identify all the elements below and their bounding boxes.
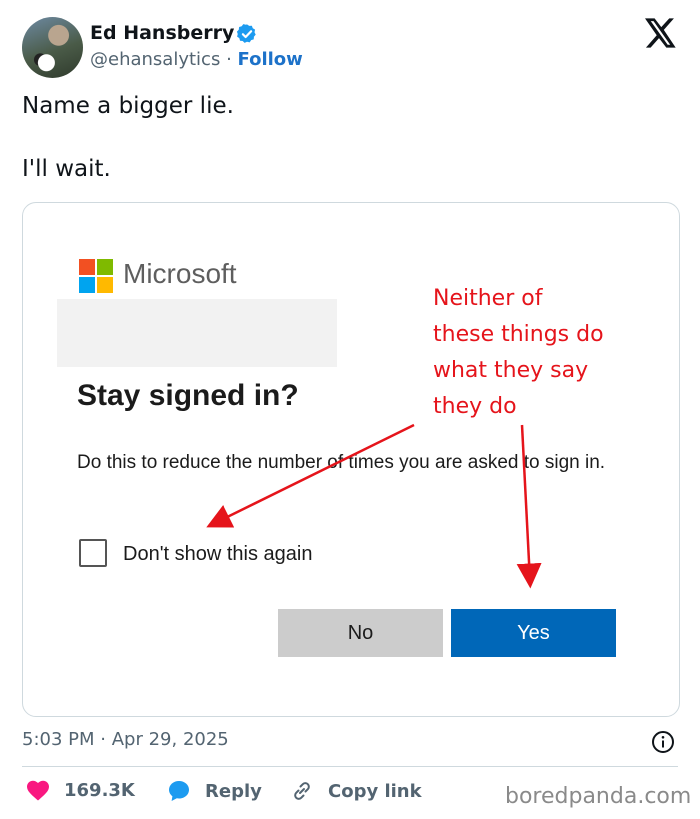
reply-label: Reply (205, 780, 262, 802)
copy-link-button[interactable]: Copy link (290, 779, 422, 803)
arrow-to-yes-button (516, 424, 542, 589)
annotation-arrows (206, 423, 542, 589)
tweet-date: Apr 29, 2025 (111, 729, 229, 750)
footer-divider (22, 766, 678, 767)
tweet-text-line-1: Name a bigger lie. (22, 93, 234, 119)
author-handle-row: @ehansalytics · Follow (90, 49, 303, 70)
author-handle[interactable]: @ehansalytics (90, 49, 220, 70)
tweet-text-line-2: I'll wait. (22, 156, 111, 182)
author-name[interactable]: Ed Hansberry (90, 22, 234, 44)
reply-bubble-icon (169, 781, 189, 801)
like-count: 169.3K (64, 779, 135, 801)
tweet-media-image[interactable]: Microsoft Stay signed in? Do this to red… (22, 202, 680, 717)
watermark: boredpanda.com (505, 784, 692, 809)
tweet-time: 5:03 PM (22, 729, 95, 750)
handle-separator: · (226, 49, 232, 70)
reply-button[interactable]: Reply (167, 779, 262, 803)
copy-link-label: Copy link (328, 780, 422, 802)
like-button[interactable]: 169.3K (26, 779, 135, 801)
arrow-to-checkbox (206, 423, 415, 528)
link-icon (294, 782, 310, 800)
avatar[interactable] (22, 17, 83, 78)
timestamp-separator: · (100, 729, 106, 750)
x-logo-icon[interactable] (645, 18, 677, 48)
heart-icon (27, 780, 49, 801)
verified-badge-icon (236, 24, 256, 43)
info-icon[interactable] (651, 730, 675, 754)
follow-button[interactable]: Follow (238, 49, 303, 70)
tweet-timestamp[interactable]: 5:03 PM · Apr 29, 2025 (22, 729, 229, 750)
